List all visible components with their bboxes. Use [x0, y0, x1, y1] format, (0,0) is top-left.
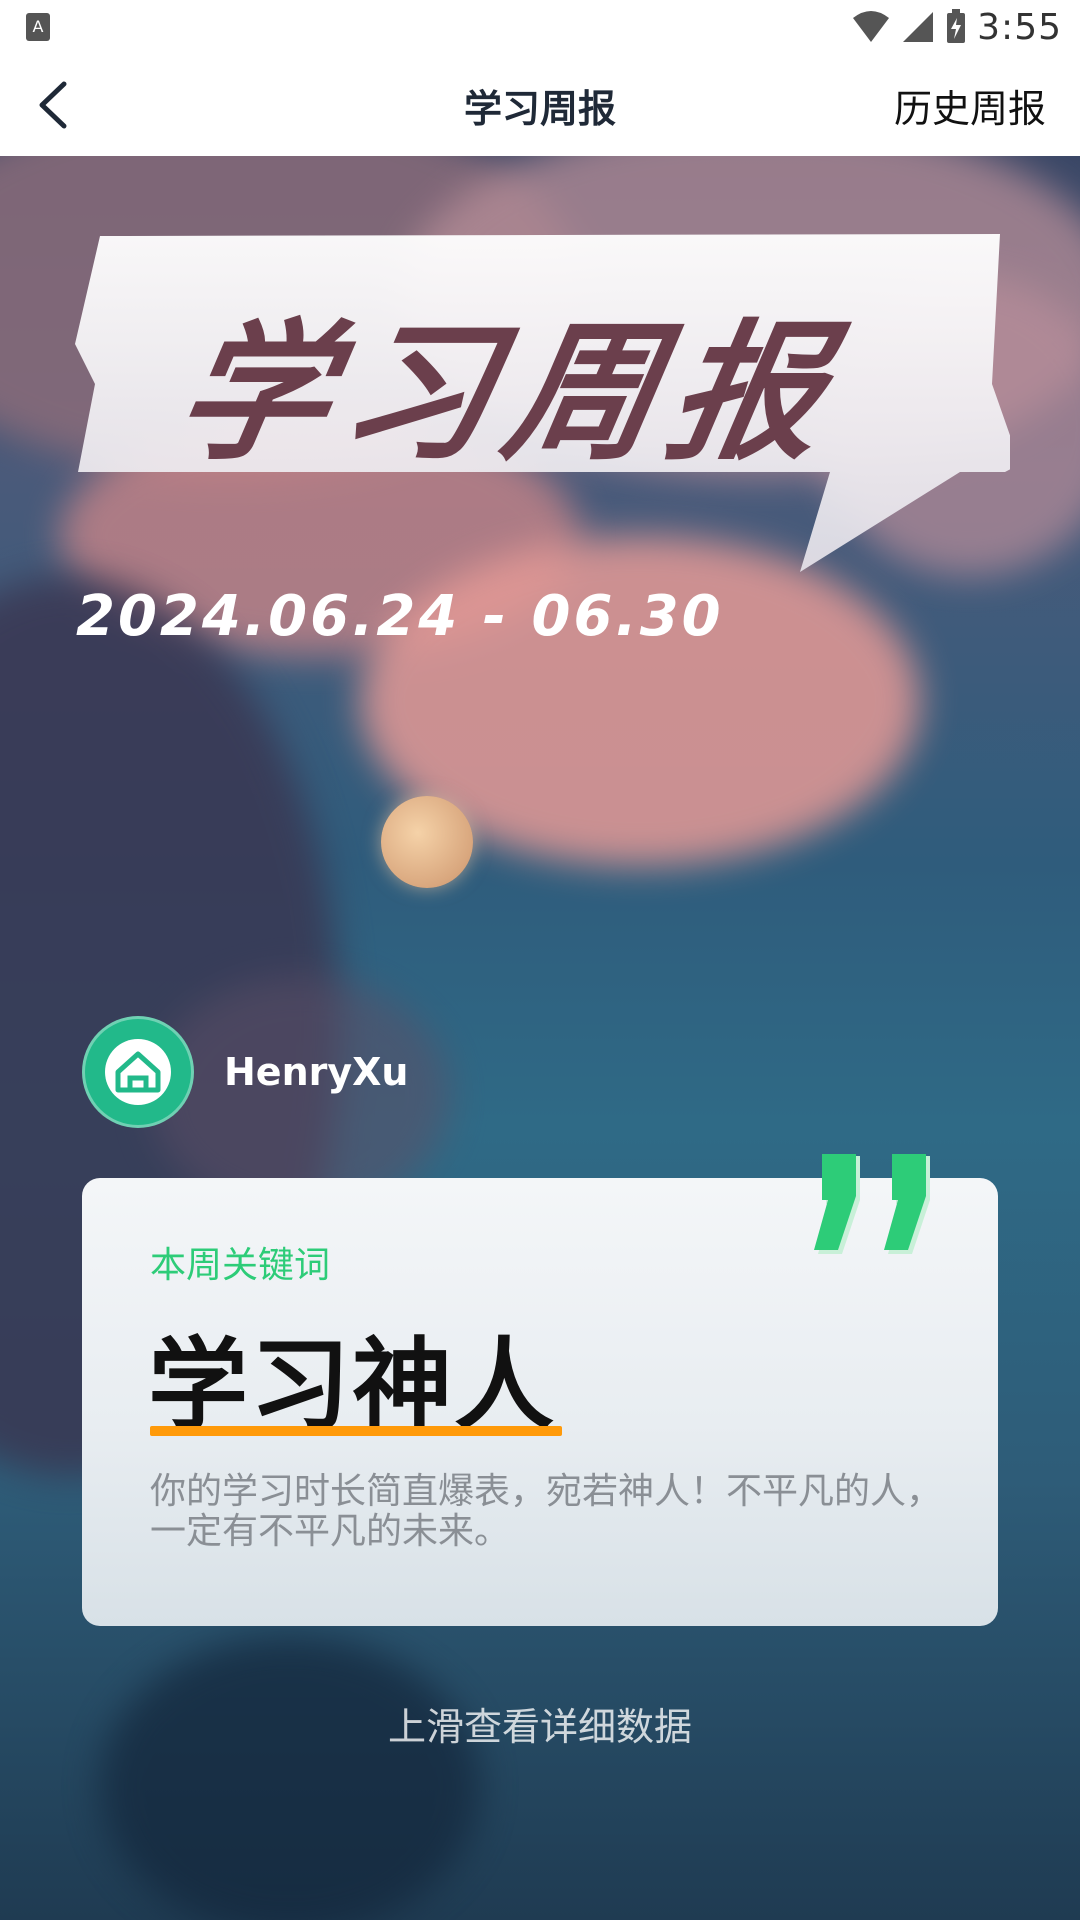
app-header: 学习周报 历史周报	[0, 54, 1080, 157]
report-banner: 学习周报 2024.06.24 - 06.30	[70, 234, 1010, 649]
history-reports-link[interactable]: 历史周报	[894, 78, 1046, 133]
keyword-label: 本周关键词	[150, 1245, 331, 1286]
status-bar: A 3:55	[0, 0, 1080, 54]
quote-icon	[814, 1154, 930, 1254]
keyword-description: 你的学习时长简直爆表，宛若神人！不平凡的人，一定有不平凡的未来。	[150, 1471, 943, 1552]
home-icon	[115, 1051, 161, 1093]
moon	[381, 796, 473, 888]
scroll-up-hint[interactable]: 上滑查看详细数据	[0, 1696, 1080, 1751]
keyword-underline	[150, 1426, 562, 1436]
date-range: 2024.06.24 - 06.30	[76, 584, 724, 649]
cloud	[100, 1636, 480, 1920]
status-time: 3:55	[977, 6, 1062, 48]
wifi-icon	[853, 11, 890, 42]
status-icons: 3:55	[851, 5, 1062, 49]
report-hero: 学习周报 2024.06.24 - 06.30 HenryXu 本周关键词 学习…	[0, 156, 1080, 1920]
keyword-card: 本周关键词 学习神人 你的学习时长简直爆表，宛若神人！不平凡的人，一定有不平凡的…	[82, 1154, 998, 1626]
app-notification-icon: A	[26, 13, 50, 41]
signal-icon	[903, 12, 934, 42]
avatar[interactable]	[82, 1016, 194, 1128]
banner-title: 学习周报	[164, 307, 851, 481]
battery-charging-icon	[947, 9, 966, 43]
username: HenryXu	[224, 1050, 409, 1094]
